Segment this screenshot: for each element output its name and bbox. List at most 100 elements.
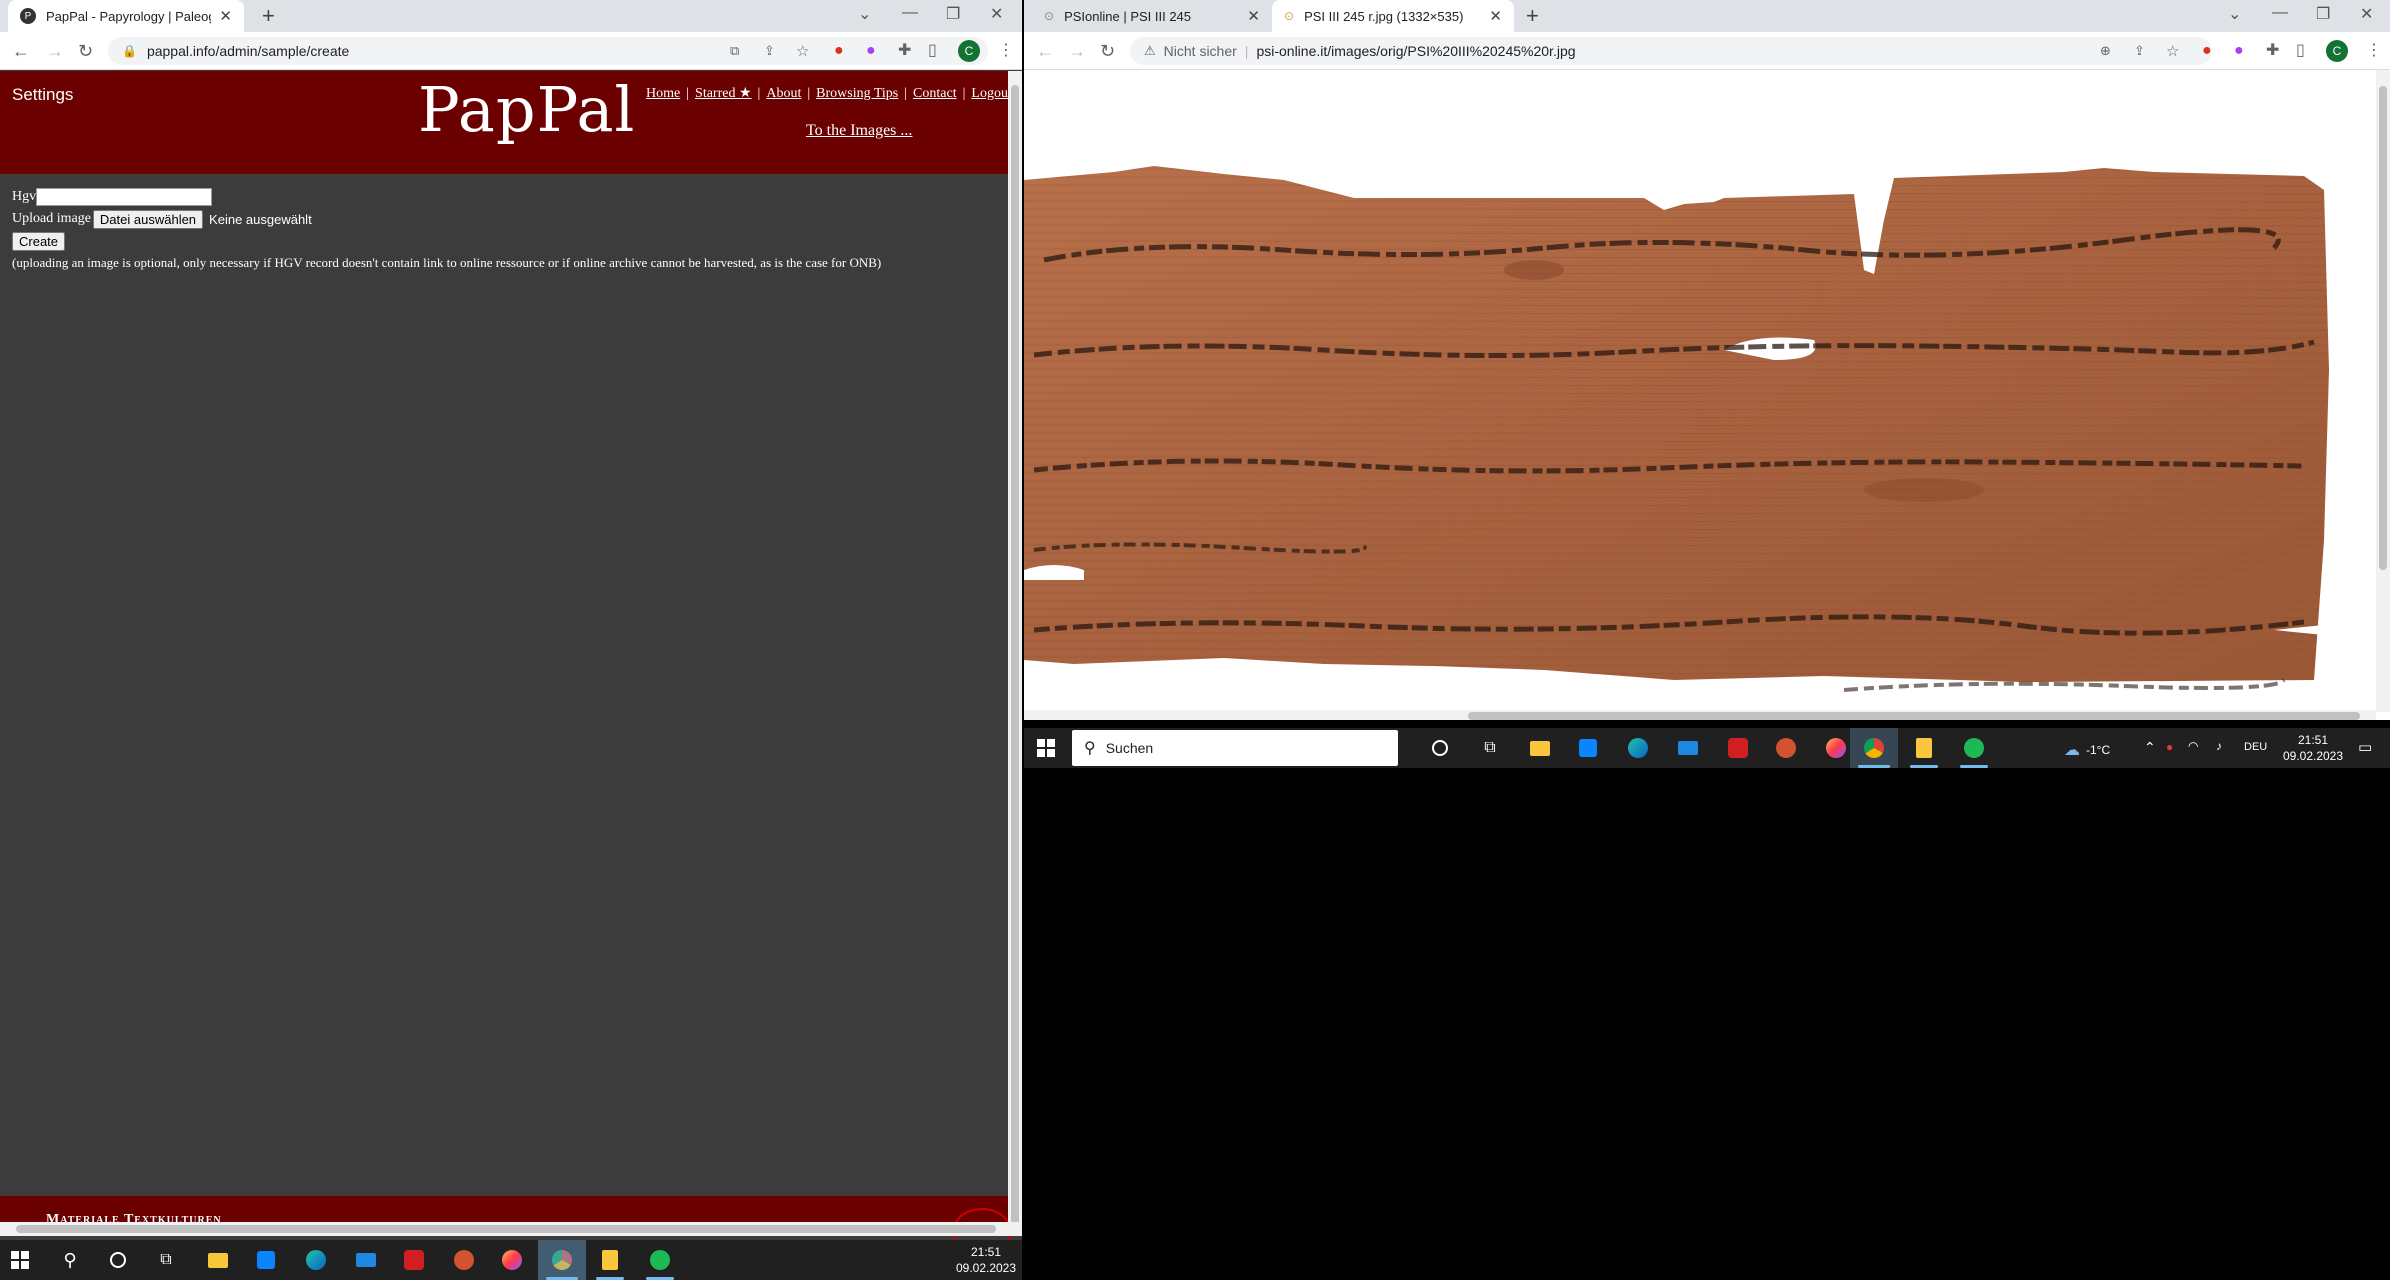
tab-pappal[interactable]: P PapPal - Papyrology | Paleography ✕ [8, 0, 244, 32]
profile-avatar[interactable]: C [958, 40, 980, 62]
left-vscroll-thumb[interactable] [1011, 85, 1019, 1225]
minimize-icon[interactable]: — [902, 4, 918, 22]
nav-starred[interactable]: Starred ★ [695, 86, 751, 101]
edge-icon[interactable] [304, 1248, 328, 1272]
menu-kebab-icon[interactable]: ⋮ [2366, 41, 2382, 61]
choose-file-button[interactable]: Datei auswählen [92, 209, 204, 229]
right-hscroll-thumb[interactable] [1468, 712, 2360, 720]
right-taskbar-clock[interactable]: 21:51 09.02.2023 [2278, 732, 2348, 764]
tab-psi-image[interactable]: ⊙ PSI III 245 r.jpg (1332×535) ✕ [1272, 0, 1514, 32]
store-icon[interactable] [1576, 736, 1600, 760]
search-icon[interactable]: ⚲ [58, 1248, 82, 1272]
taskbar-search-box[interactable]: ⚲ Suchen [1072, 730, 1398, 766]
antivirus-icon[interactable]: ● [2166, 740, 2173, 754]
back-arrow-icon[interactable]: ← [1036, 41, 1054, 61]
reload-icon[interactable]: ↻ [78, 41, 93, 61]
close-window-icon[interactable]: ✕ [2360, 4, 2373, 24]
file-explorer-icon[interactable] [1528, 736, 1552, 760]
right-vscroll-thumb[interactable] [2379, 86, 2387, 570]
cortana-circle-icon[interactable] [106, 1248, 130, 1272]
bookmark-star-icon[interactable]: ☆ [796, 42, 809, 60]
forward-arrow-icon[interactable]: → [46, 41, 64, 61]
cortana-circle-icon[interactable] [1428, 736, 1452, 760]
chevron-up-icon[interactable]: ⌃ [2144, 739, 2156, 756]
nav-browsing-tips[interactable]: Browsing Tips [816, 86, 898, 101]
left-address-bar[interactable]: 🔒 pappal.info/admin/sample/create ⧉ ⇪ ☆ [108, 37, 988, 65]
right-address-bar[interactable]: ⚠ Nicht sicher | psi-online.it/images/or… [1130, 37, 2212, 65]
minimize-icon[interactable]: — [2272, 4, 2288, 22]
close-tab-icon[interactable]: ✕ [219, 7, 232, 25]
reload-icon[interactable]: ↻ [1100, 41, 1115, 61]
extension-purple-icon[interactable]: ● [866, 41, 876, 61]
network-icon[interactable]: ◠ [2188, 739, 2198, 753]
nav-about[interactable]: About [766, 86, 801, 101]
notification-icon[interactable]: ▭ [2358, 738, 2372, 756]
right-vertical-scrollbar[interactable] [2376, 70, 2390, 712]
new-tab-button[interactable]: + [262, 4, 275, 28]
chrome-icon[interactable] [1862, 736, 1886, 760]
firefox-icon[interactable] [500, 1248, 524, 1272]
side-panel-icon[interactable]: ▯ [928, 41, 937, 61]
store-icon[interactable] [254, 1248, 278, 1272]
settings-link[interactable]: Settings [12, 85, 73, 105]
restore-icon[interactable]: ❐ [2316, 4, 2330, 24]
close-window-icon[interactable]: ✕ [990, 4, 1003, 24]
acrobat-icon[interactable] [1726, 736, 1750, 760]
mail-icon[interactable] [354, 1248, 378, 1272]
extensions-puzzle-icon[interactable]: ✚ [2266, 41, 2279, 61]
side-panel-icon[interactable]: ▯ [2296, 41, 2305, 61]
task-view-icon[interactable]: ⧉ [154, 1248, 178, 1272]
extension-red-icon[interactable]: ● [834, 41, 844, 61]
pappal-logo[interactable]: PapPal [418, 73, 635, 146]
create-button[interactable]: Create [12, 231, 66, 251]
menu-kebab-icon[interactable]: ⋮ [998, 41, 1014, 61]
translate-icon[interactable]: ⧉ [730, 43, 739, 59]
tab-search-chevron-down-icon[interactable]: ⌄ [2228, 4, 2241, 24]
profile-avatar[interactable]: C [2326, 40, 2348, 62]
close-tab-icon[interactable]: ✕ [1489, 7, 1502, 25]
mail-icon[interactable] [1676, 736, 1700, 760]
extension-red-icon[interactable]: ● [2202, 41, 2212, 61]
zoom-icon[interactable]: ⊕ [2100, 43, 2111, 59]
left-hscroll-thumb[interactable] [16, 1225, 996, 1233]
spotify-icon[interactable] [1962, 736, 1986, 760]
firefox-icon[interactable] [1824, 736, 1848, 760]
close-tab-icon[interactable]: ✕ [1247, 7, 1260, 25]
extension-purple-icon[interactable]: ● [2234, 41, 2244, 61]
share-icon[interactable]: ⇪ [2134, 43, 2145, 59]
file-explorer-icon[interactable] [206, 1248, 230, 1272]
nav-home[interactable]: Home [646, 86, 680, 101]
right-horizontal-scrollbar[interactable] [1024, 710, 2376, 720]
forward-arrow-icon[interactable]: → [1068, 41, 1086, 61]
hgv-input[interactable] [36, 188, 213, 206]
weather-widget[interactable]: ☁ -1°C [2064, 740, 2110, 760]
not-secure-text[interactable]: Nicht sicher [1164, 43, 1237, 59]
language-indicator[interactable]: DEU [2244, 741, 2267, 753]
edge-icon[interactable] [1626, 736, 1650, 760]
speaker-icon[interactable]: ♪ [2216, 739, 2222, 753]
tab-psionline[interactable]: ⊙ PSIonline | PSI III 245 ✕ [1032, 0, 1272, 32]
new-tab-button[interactable]: + [1526, 4, 1539, 28]
tab-search-chevron-down-icon[interactable]: ⌄ [858, 4, 871, 24]
left-horizontal-scrollbar[interactable] [0, 1222, 1022, 1236]
restore-icon[interactable]: ❐ [946, 4, 960, 24]
nav-contact[interactable]: Contact [913, 86, 957, 101]
acrobat-icon[interactable] [402, 1248, 426, 1272]
powerpoint-icon[interactable] [452, 1248, 476, 1272]
start-windows-icon[interactable] [8, 1248, 32, 1272]
nav-logout[interactable]: Logout [971, 86, 1011, 101]
powerpoint-icon[interactable] [1774, 736, 1798, 760]
bookmark-star-icon[interactable]: ☆ [2166, 42, 2179, 60]
task-view-icon[interactable]: ⧉ [1478, 736, 1502, 760]
to-the-images-link[interactable]: To the Images ... [806, 122, 912, 140]
start-windows-icon[interactable] [1034, 736, 1058, 760]
file-manager-icon[interactable] [1912, 736, 1936, 760]
share-icon[interactable]: ⇪ [764, 43, 775, 59]
file-manager-icon[interactable] [598, 1248, 622, 1272]
back-arrow-icon[interactable]: ← [12, 41, 30, 61]
left-taskbar-clock[interactable]: 21:51 09.02.2023 [954, 1244, 1018, 1276]
left-vertical-scrollbar[interactable] [1008, 71, 1022, 1226]
spotify-icon[interactable] [648, 1248, 672, 1272]
papyrus-image-viewport[interactable] [1024, 70, 2376, 710]
extensions-puzzle-icon[interactable]: ✚ [898, 41, 911, 61]
